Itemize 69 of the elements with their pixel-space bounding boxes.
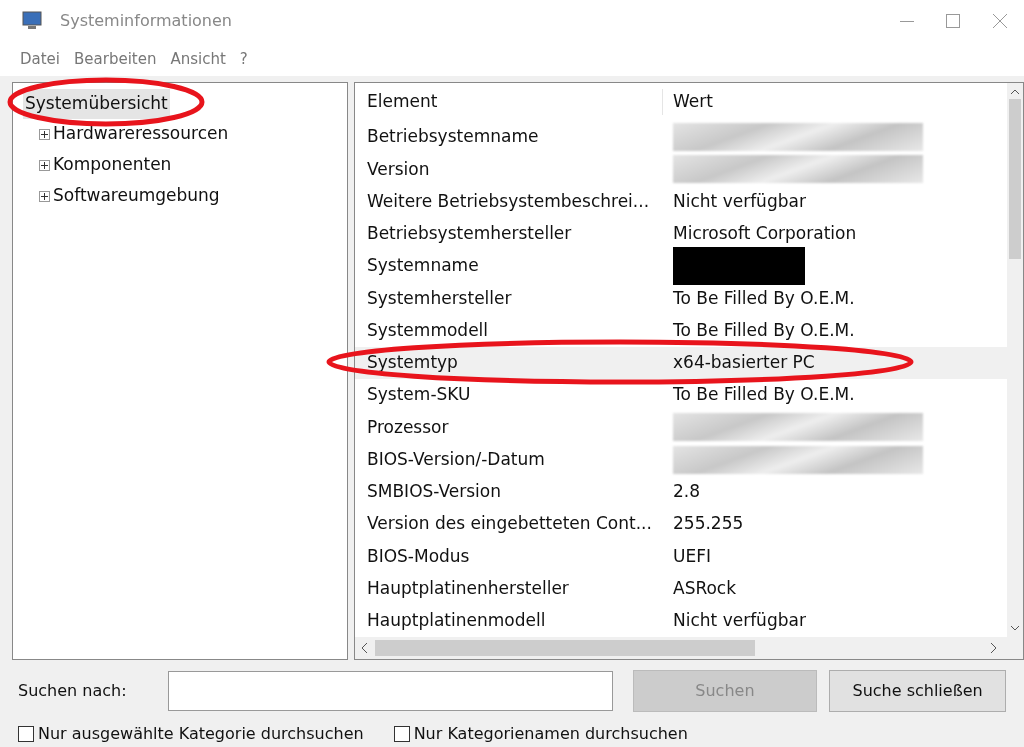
table-row[interactable]: Betriebsystemhersteller Microsoft Corporation	[355, 217, 1007, 250]
table-row[interactable]: Systemmodell To Be Filled By O.E.M.	[355, 314, 1007, 347]
table-cell-text: 255.255	[673, 512, 744, 536]
search-label: Suchen nach:	[18, 680, 128, 702]
tree-item[interactable]: Systemübersicht	[23, 89, 170, 119]
table-cell-text: Prozessor	[366, 415, 450, 439]
table-cell-text: Hauptplatinenhersteller	[366, 576, 570, 600]
table-row[interactable]: SMBIOS-Version 2.8	[355, 475, 1007, 508]
table-row[interactable]: Hauptplatinenhersteller ASRock	[355, 572, 1007, 605]
table-cell-text: Microsoft Corporation	[673, 222, 857, 246]
table-row[interactable]: Weitere Betriebsystembeschrei... Nicht verfügbar	[355, 185, 1007, 218]
table-row[interactable]: Systemhersteller To Be Filled By O.E.M.	[355, 282, 1007, 315]
tree-item[interactable]: Softwareumgebung	[53, 183, 220, 209]
tree-item[interactable]: Komponenten	[53, 152, 172, 178]
checkbox[interactable]	[18, 726, 34, 742]
table-cell-text: 2.8	[673, 480, 701, 504]
window-title: Systeminformationen	[60, 10, 232, 32]
menu-item[interactable]: Bearbeiten	[74, 47, 157, 71]
vertical-scrollbar[interactable]	[1007, 83, 1023, 637]
scrollbar-thumb[interactable]	[375, 640, 755, 656]
scrollbar-thumb[interactable]	[1009, 99, 1021, 259]
monitor-icon	[22, 11, 44, 31]
table-cell-text: Version des eingebetteten Cont...	[366, 512, 653, 536]
table-row[interactable]: BIOS-Modus UEFI	[355, 540, 1007, 573]
expand-icon[interactable]	[39, 128, 50, 140]
table-row[interactable]: Prozessor	[355, 411, 1007, 444]
menu-item[interactable]: ?	[239, 47, 248, 71]
table-cell-text: Nicht verfügbar	[673, 609, 806, 633]
close-search-button[interactable]: Suche schließen	[829, 670, 1006, 712]
column-header[interactable]: Wert	[663, 89, 713, 115]
table-cell-text: Weitere Betriebsystembeschrei...	[366, 189, 651, 213]
table-cell-text: BIOS-Modus	[366, 544, 471, 568]
checkbox[interactable]	[393, 726, 410, 742]
tree-item[interactable]: Hardwareressourcen	[53, 121, 229, 147]
table-cell-text: To Be Filled By O.E.M.	[673, 383, 855, 407]
table-cell-text: To Be Filled By O.E.M.	[673, 286, 855, 310]
table-row[interactable]: BIOS-Version/-Datum	[355, 443, 1007, 476]
table-cell-text: ASRock	[673, 576, 737, 600]
table-cell-text: Systemname	[366, 254, 480, 278]
table-cell-text: Betriebsystemname	[366, 125, 540, 149]
table-row[interactable]: Systemname	[355, 249, 1007, 283]
table-cell-text: Systemmodell	[366, 318, 490, 342]
table-row[interactable]: System-SKU To Be Filled By O.E.M.	[355, 379, 1007, 412]
table-cell-text: Nicht verfügbar	[673, 189, 806, 213]
expand-icon[interactable]	[39, 159, 50, 171]
table-row[interactable]: Version	[355, 153, 1007, 186]
table-cell-text: Version	[366, 157, 431, 181]
expand-icon[interactable]	[39, 190, 50, 202]
menu-item[interactable]: Datei	[20, 47, 61, 71]
table-cell-text: System-SKU	[366, 383, 472, 407]
table-cell-text: Systemtyp	[366, 351, 459, 375]
table-cell-text: UEFI	[673, 544, 711, 568]
checkbox-option[interactable]: Nur Kategorienamen durchsuchen	[393, 722, 688, 746]
search-field[interactable]	[167, 671, 613, 711]
horizontal-scrollbar[interactable]	[355, 637, 1023, 659]
menu-item[interactable]: Ansicht	[170, 47, 226, 71]
table-cell-text: Betriebsystemhersteller	[366, 222, 573, 246]
table-row[interactable]: Hauptplatinenmodell Nicht verfügbar	[355, 604, 1007, 637]
table-cell-text: BIOS-Version/-Datum	[366, 447, 546, 471]
table-cell-text: x64-basierter PC	[673, 351, 815, 375]
table-cell-text: To Be Filled By O.E.M.	[673, 318, 855, 342]
column-header[interactable]: Element	[355, 89, 663, 115]
checkbox-option[interactable]: Nur ausgewählte Kategorie durchsuchen	[18, 722, 364, 746]
close-icon[interactable]	[992, 13, 1008, 29]
table-cell-text: SMBIOS-Version	[366, 480, 502, 504]
table-cell-text: Systemhersteller	[366, 286, 513, 310]
table-row[interactable]: Version des eingebetteten Cont... 255.255	[355, 508, 1007, 541]
table-row[interactable]: Betriebsystemname	[355, 120, 1007, 154]
table-cell-text: Hauptplatinenmodell	[366, 609, 547, 633]
